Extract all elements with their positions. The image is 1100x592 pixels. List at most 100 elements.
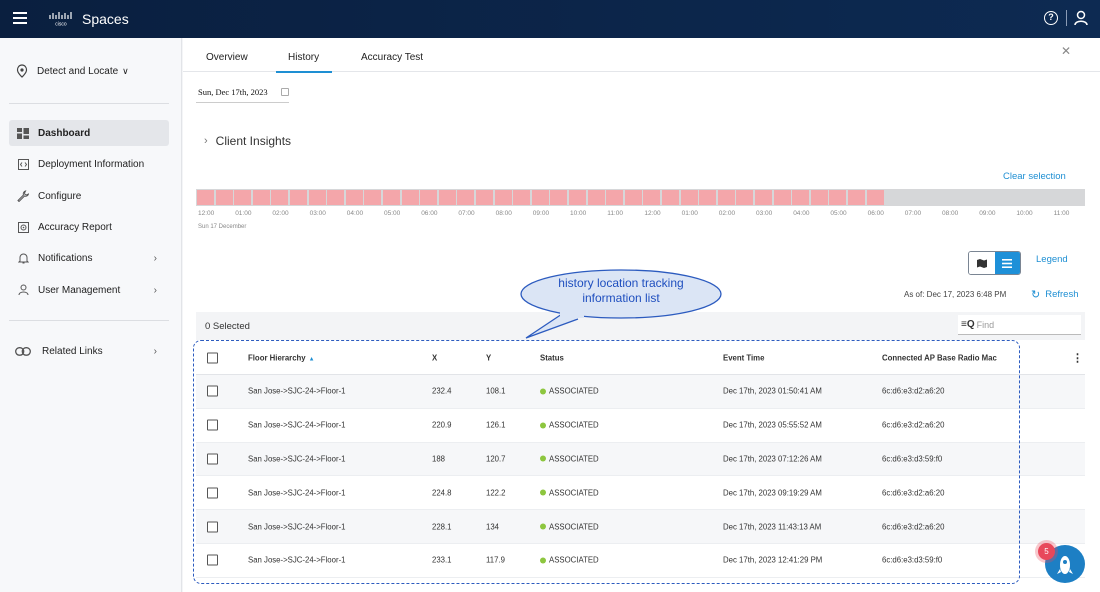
timeline-slot[interactable]	[420, 190, 438, 205]
timeline-slot[interactable]	[643, 190, 661, 205]
table-row[interactable]: San Jose->SJC-24->Floor-1 224.8 122.2 ASSOC…	[196, 476, 1085, 511]
table-row[interactable]: San Jose->SJC-24->Floor-1 220.9 126.1 ASSOC…	[196, 409, 1085, 443]
search-field[interactable]: ≡Q Find	[958, 315, 1081, 335]
select-all-checkbox[interactable]	[207, 352, 218, 363]
timeline-slot[interactable]	[215, 190, 233, 205]
sidebar-item-configure[interactable]: Configure	[9, 183, 169, 209]
status-text: ASSOCIATED	[549, 488, 599, 498]
timeline-tick-label: 09:00	[532, 210, 550, 217]
row-checkbox[interactable]	[207, 521, 218, 533]
location-selector[interactable]: Detect and Locate ∨	[16, 64, 129, 78]
timeline-tick-label: 01:00	[681, 210, 698, 217]
legend-link[interactable]: Legend	[1036, 254, 1068, 265]
timeline-slot[interactable]	[624, 190, 642, 205]
timeline-slot[interactable]	[476, 190, 494, 205]
timeline-slot[interactable]	[848, 190, 866, 205]
timeline-slot[interactable]	[755, 190, 773, 205]
timeline-slot[interactable]	[717, 190, 735, 205]
timeline-slot[interactable]	[810, 190, 828, 205]
row-checkbox[interactable]	[207, 554, 218, 566]
timeline-slot[interactable]	[494, 190, 512, 205]
timeline-slot[interactable]	[345, 190, 363, 205]
timeline-slot[interactable]	[290, 190, 308, 205]
status-text: ASSOCIATED	[549, 386, 599, 396]
timeline-slot[interactable]	[866, 190, 884, 205]
timeline-slot[interactable]	[364, 190, 382, 205]
row-checkbox[interactable]	[207, 453, 218, 465]
timeline-slot[interactable]	[457, 190, 475, 205]
timeline-slot[interactable]	[401, 190, 419, 205]
timeline-slot[interactable]	[513, 190, 531, 205]
sidebar-item-notifications[interactable]: Notifications ›	[9, 245, 169, 271]
column-header-event-time[interactable]: Event Time	[723, 353, 764, 362]
tab-overview[interactable]: Overview	[206, 52, 248, 63]
status-text: ASSOCIATED	[549, 420, 599, 430]
column-header-y[interactable]: Y	[486, 353, 491, 362]
timeline-slot[interactable]	[271, 190, 289, 205]
column-menu-icon[interactable]: ⋮	[1072, 351, 1083, 364]
table-row[interactable]: San Jose->SJC-24->Floor-1 188 120.7 ASSOCIA…	[196, 442, 1085, 477]
refresh-button[interactable]: ↻ Refresh	[1031, 288, 1078, 301]
table-header-row: Floor Hierarchy ▲ X Y Status Event Time C…	[196, 341, 1085, 375]
timeline-slot[interactable]	[308, 190, 326, 205]
timeline-slot[interactable]	[662, 190, 680, 205]
timeline-slot[interactable]	[531, 190, 549, 205]
timeline-slot[interactable]	[792, 190, 810, 205]
notification-count-badge: 5	[1038, 543, 1055, 560]
column-header-floor-hierarchy[interactable]: Floor Hierarchy ▲	[248, 353, 315, 362]
cell-ap-mac: 6c:d6:e3:d3:59:f0	[882, 555, 943, 565]
topbar-divider	[1066, 10, 1067, 26]
timeline-slot[interactable]	[773, 190, 791, 205]
timeline-slot[interactable]	[550, 190, 568, 205]
table-row[interactable]: San Jose->SJC-24->Floor-1 228.1 134 ASSOCIA…	[196, 510, 1085, 544]
timeline-slot[interactable]	[197, 190, 215, 205]
table-row[interactable]: San Jose->SJC-24->Floor-1 233.1 117.9 ASSOC…	[196, 544, 1085, 578]
cell-ap-mac: 6c:d6:e3:d3:59:f0	[882, 454, 943, 464]
timeline-slot[interactable]	[699, 190, 717, 205]
column-header-ap-mac[interactable]: Connected AP Base Radio Mac	[882, 353, 997, 362]
user-profile-icon[interactable]	[1074, 10, 1088, 26]
close-icon[interactable]: ✕	[1061, 44, 1071, 58]
column-header-status[interactable]: Status	[540, 353, 564, 362]
row-checkbox[interactable]	[207, 385, 218, 397]
date-picker[interactable]: Sun, Dec 17th, 2023	[196, 85, 289, 103]
cell-floor-hierarchy: San Jose->SJC-24->Floor-1	[248, 420, 346, 430]
cell-y: 120.7	[486, 454, 506, 464]
clear-selection-link[interactable]: Clear selection	[1003, 171, 1066, 182]
sidebar-item-related-links[interactable]: Related Links ›	[9, 338, 169, 364]
timeline-slot[interactable]	[327, 190, 345, 205]
timeline-tick-label: 01:00	[235, 210, 252, 217]
help-icon[interactable]: ?	[1044, 11, 1058, 25]
timeline-slot[interactable]	[252, 190, 270, 205]
tab-accuracy-test[interactable]: Accuracy Test	[361, 52, 423, 63]
timeline-slot[interactable]	[587, 190, 605, 205]
row-checkbox[interactable]	[207, 487, 218, 499]
timeline-slot[interactable]	[829, 190, 847, 205]
timeline-slot[interactable]	[569, 190, 587, 205]
timeline-slot[interactable]	[438, 190, 456, 205]
table-row[interactable]: San Jose->SJC-24->Floor-1 232.4 108.1 ASSOC…	[196, 375, 1085, 409]
sidebar-item-label: Dashboard	[38, 127, 91, 139]
timeline-slot[interactable]	[680, 190, 698, 205]
timeline-slot[interactable]	[736, 190, 754, 205]
timeline-tick-label: 07:00	[458, 210, 475, 217]
sidebar-item-user-management[interactable]: User Management ›	[9, 277, 169, 303]
timeline-slot[interactable]	[234, 190, 252, 205]
top-bar: cisco Spaces ?	[0, 0, 1100, 38]
timeline-slot[interactable]	[383, 190, 401, 205]
calendar-icon[interactable]	[281, 88, 289, 96]
search-placeholder: Find	[976, 319, 995, 330]
sidebar-item-deployment-information[interactable]: Deployment Information	[9, 151, 169, 177]
history-timeline[interactable]	[196, 189, 1085, 206]
sidebar-item-dashboard[interactable]: Dashboard	[9, 120, 169, 146]
map-view-button[interactable]	[969, 252, 995, 274]
hamburger-menu-icon[interactable]	[13, 12, 27, 24]
timeline-slot[interactable]	[606, 190, 624, 205]
column-header-x[interactable]: X	[432, 353, 437, 362]
client-insights-toggle[interactable]: › Client Insights	[204, 134, 291, 148]
list-view-button[interactable]	[994, 252, 1020, 274]
row-checkbox[interactable]	[207, 419, 218, 431]
tab-history[interactable]: History	[275, 52, 333, 73]
cell-y: 126.1	[486, 420, 506, 430]
sidebar-item-accuracy-report[interactable]: Accuracy Report	[9, 214, 169, 240]
